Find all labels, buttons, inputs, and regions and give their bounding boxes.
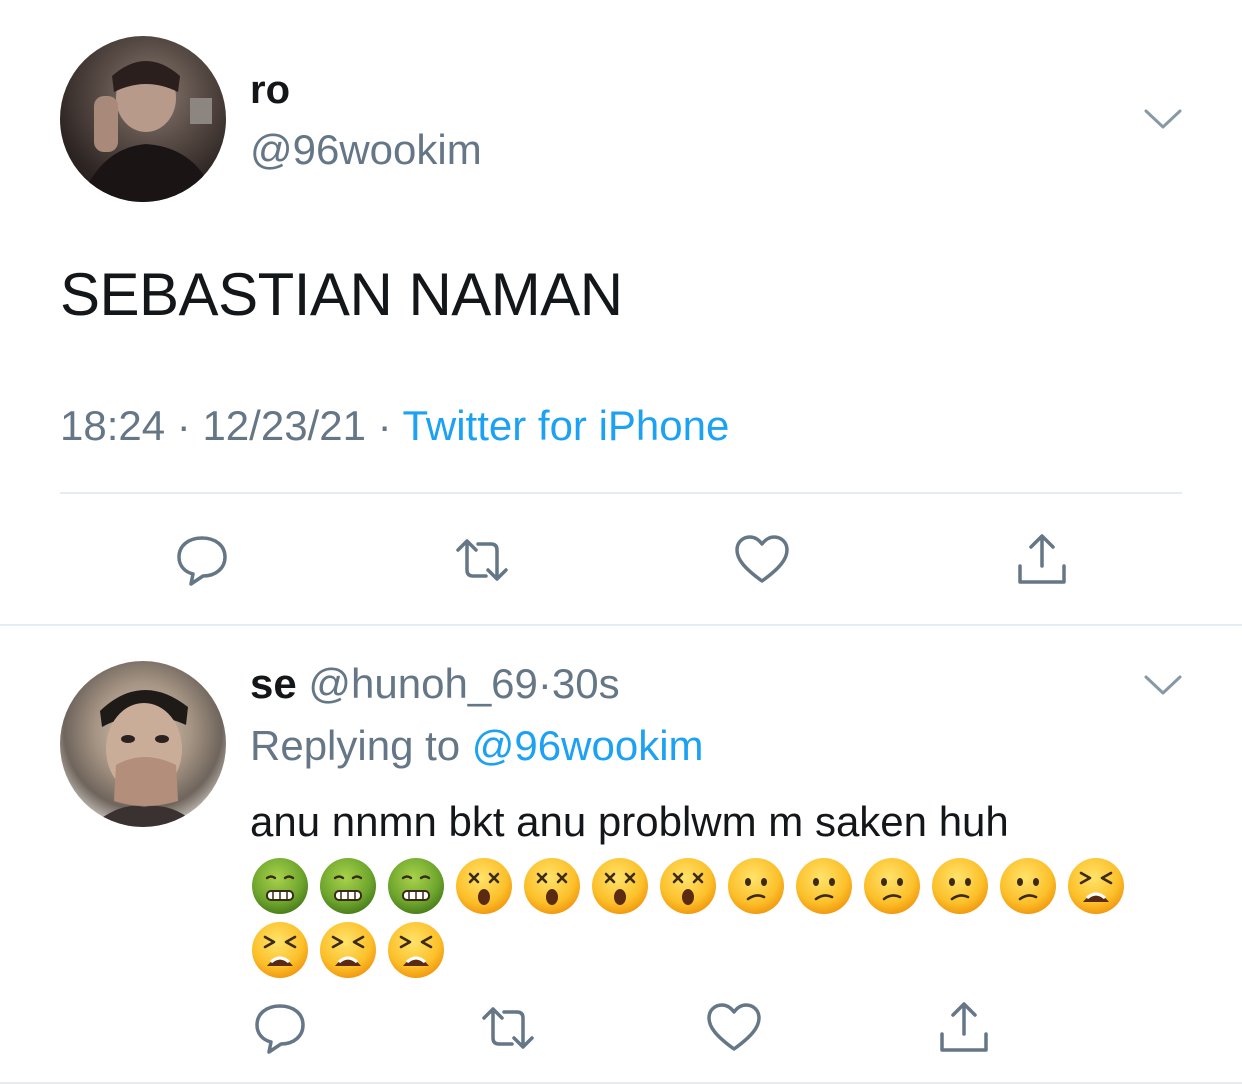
like-button[interactable] [732,530,792,590]
avatar-photo [90,689,200,827]
retweet-icon [482,1007,534,1049]
tired-face-emoji [1066,856,1126,916]
meta-separator: · [537,660,552,707]
dizzy-face-emoji [658,856,718,916]
emoji-row [250,920,446,980]
share-icon [1018,534,1066,584]
tweet-text: SEBASTIAN NAMAN [60,261,623,328]
retweet-button[interactable] [478,998,538,1058]
dizzy-face-emoji [522,856,582,916]
confused-face-emoji [794,856,854,916]
chevron-down-icon[interactable] [1144,674,1182,696]
nauseated-face-emoji [250,856,310,916]
retweet-icon [456,539,508,581]
nauseated-face-emoji [318,856,378,916]
like-button[interactable] [704,998,764,1058]
reply-icon [255,1004,305,1054]
reply-icon [177,536,227,586]
chevron-down-icon[interactable] [1144,108,1182,130]
dizzy-face-emoji [454,856,514,916]
confused-face-emoji [930,856,990,916]
nauseated-face-emoji [386,856,446,916]
retweet-button[interactable] [452,530,512,590]
reply-author-handle[interactable]: @hunoh_69 [308,660,538,707]
share-icon [940,1002,988,1052]
replying-to-mention[interactable]: @96wookim [472,722,704,769]
confused-face-emoji [862,856,922,916]
reply-button[interactable] [172,530,232,590]
share-button[interactable] [1012,530,1072,590]
like-icon [707,1003,761,1051]
reply-age: 30s [551,660,620,707]
tweet-date: 12/23/21 [202,402,366,449]
author-handle[interactable]: @96wookim [250,126,482,174]
confused-face-emoji [998,856,1058,916]
divider [60,492,1182,494]
replying-to: Replying to @96wookim [250,722,704,770]
dizzy-face-emoji [590,856,650,916]
divider [0,624,1242,626]
avatar-photo [80,61,216,202]
reply-button[interactable] [250,998,310,1058]
reply-header: se @hunoh_69·30s [250,660,620,708]
meta-separator: · [377,402,392,449]
like-icon [735,535,789,583]
share-button[interactable] [934,998,994,1058]
tired-face-emoji [386,920,446,980]
tweet-source-link[interactable]: Twitter for iPhone [403,402,730,449]
avatar[interactable] [60,661,226,827]
author-name[interactable]: ro [250,68,290,113]
reply-author-name[interactable]: se [250,660,297,707]
tweet-time: 18:24 [60,402,166,449]
tired-face-emoji [318,920,378,980]
avatar[interactable] [60,36,226,202]
tweet-meta: 18:24 · 12/23/21 · Twitter for iPhone [60,402,729,450]
emoji-row [250,856,1126,916]
confused-face-emoji [726,856,786,916]
tired-face-emoji [250,920,310,980]
meta-separator: · [176,402,191,449]
reply-text: anu nnmn bkt anu problwm m saken huh [250,798,1009,845]
replying-to-label: Replying to [250,722,461,769]
